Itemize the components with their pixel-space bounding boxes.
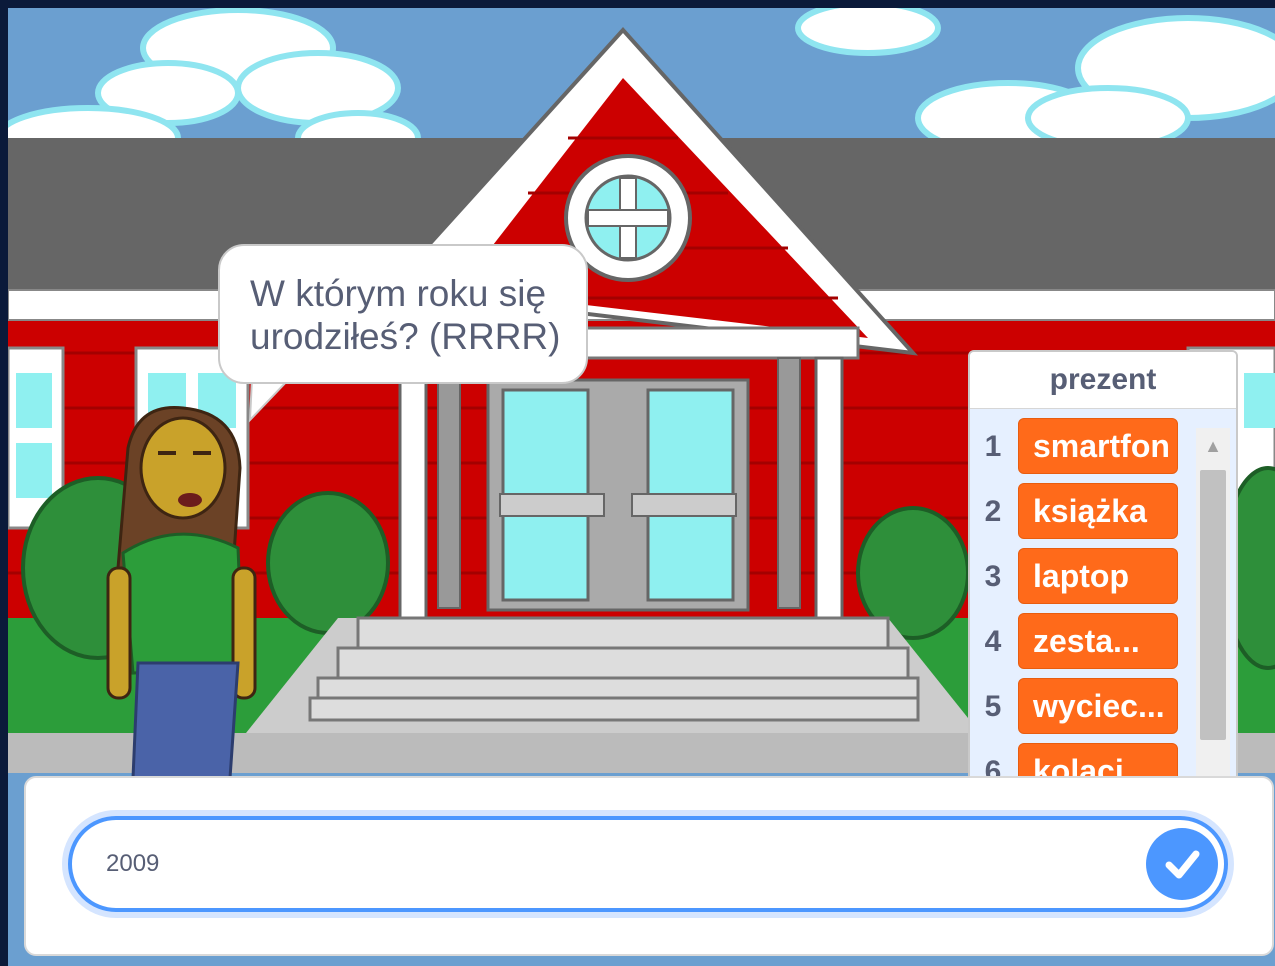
list-item-value[interactable]: książka [1018, 483, 1178, 539]
list-item-value[interactable]: laptop [1018, 548, 1178, 604]
answer-input[interactable]: 2009 [68, 816, 1228, 912]
list-item[interactable]: 1 smartfon [970, 418, 1200, 474]
speech-line-1: W którym roku się [250, 273, 547, 314]
scroll-thumb[interactable] [1200, 470, 1226, 740]
speech-bubble-tail [248, 378, 292, 423]
list-scrollbar[interactable]: ▲ [1196, 428, 1230, 788]
list-monitor-prezent[interactable]: prezent 1 smartfon 2 książka 3 laptop 4 … [968, 350, 1238, 790]
list-item[interactable]: 3 laptop [970, 548, 1200, 604]
scroll-up-arrow-icon[interactable]: ▲ [1196, 428, 1230, 464]
list-item-value[interactable]: wyciec... [1018, 678, 1178, 734]
list-title: prezent [970, 352, 1236, 409]
list-item-index: 2 [984, 495, 1002, 528]
stage: W którym roku się urodziłeś? (RRRR) prez… [8, 8, 1275, 966]
list-item-index: 1 [984, 430, 1002, 463]
checkmark-icon [1165, 850, 1200, 879]
list-item-value[interactable]: smartfon [1018, 418, 1178, 474]
list-item[interactable]: 4 zesta... [970, 613, 1200, 669]
answer-input-value[interactable]: 2009 [106, 850, 159, 878]
list-item-index: 4 [984, 625, 1002, 658]
steps [308, 616, 920, 722]
ask-prompt-panel: 2009 [24, 776, 1274, 956]
list-item-index: 5 [984, 690, 1002, 723]
list-item[interactable]: 5 wyciec... [970, 678, 1200, 734]
list-item-value[interactable]: zesta... [1018, 613, 1178, 669]
speech-bubble: W którym roku się urodziłeś? (RRRR) [218, 244, 588, 384]
speech-line-2: urodziłeś? (RRRR) [250, 316, 561, 357]
list-item[interactable]: 2 książka [970, 483, 1200, 539]
list-item-index: 3 [984, 560, 1002, 593]
submit-answer-button[interactable] [1146, 828, 1218, 900]
